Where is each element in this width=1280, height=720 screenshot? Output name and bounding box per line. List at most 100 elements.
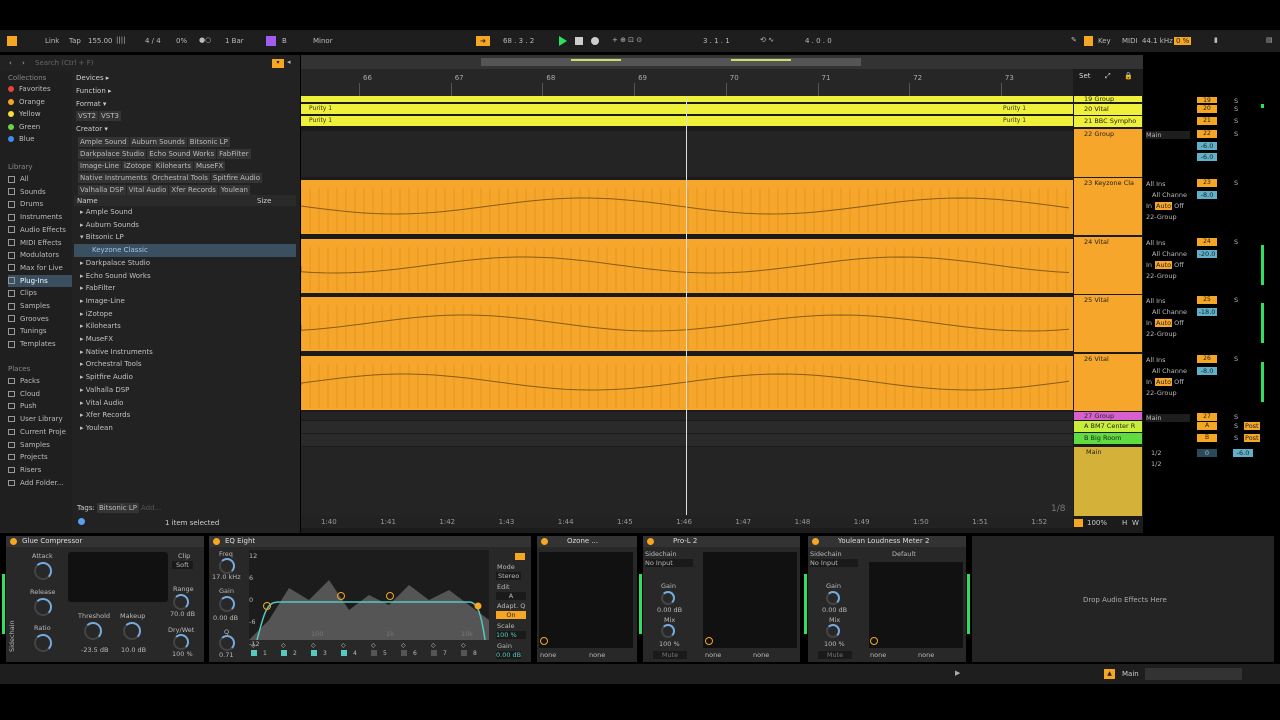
input-type[interactable]: All Ins xyxy=(1146,239,1166,247)
warning-icon[interactable]: ▲ xyxy=(1104,669,1115,679)
youlean-macro-2[interactable]: none xyxy=(918,651,934,659)
solo-button[interactable]: S xyxy=(1234,296,1238,304)
pro-macro-2[interactable]: none xyxy=(753,651,769,659)
grid-label[interactable]: 1/8 xyxy=(1051,504,1065,514)
places-item[interactable]: Samples xyxy=(8,439,50,451)
band-enable-toggle[interactable] xyxy=(371,650,377,656)
midi-clip[interactable] xyxy=(301,237,1073,293)
band-filter-icon[interactable]: ◇ xyxy=(251,642,256,649)
device-power-icon[interactable] xyxy=(10,538,17,545)
monitor-in[interactable]: In xyxy=(1146,378,1152,386)
return-track-header[interactable]: B Big Room xyxy=(1074,433,1142,444)
library-item[interactable]: MIDI Effects xyxy=(8,237,72,249)
gain-knob[interactable] xyxy=(826,591,840,605)
band-enable-toggle[interactable] xyxy=(401,650,407,656)
browser-list-item[interactable]: ▸ Orchestral Tools xyxy=(76,358,296,371)
pro-macro-1[interactable]: none xyxy=(705,651,721,659)
monitor-in[interactable]: In xyxy=(1146,202,1152,210)
solo-button[interactable]: S xyxy=(1234,413,1238,421)
device-power-icon[interactable] xyxy=(647,538,654,545)
mute-button[interactable]: Mute xyxy=(818,651,852,659)
tag-chip[interactable]: Bitsonic LP xyxy=(97,503,139,513)
solo-button[interactable]: S xyxy=(1234,422,1238,430)
track-number[interactable]: 24 xyxy=(1197,238,1217,246)
filter-function[interactable]: Function ▸ xyxy=(76,87,112,95)
output-group[interactable]: 22-Group xyxy=(1146,330,1177,338)
forward-icon[interactable]: › xyxy=(22,59,25,67)
solo-button[interactable]: S xyxy=(1234,355,1238,363)
nudge-icon[interactable]: |||| xyxy=(116,36,125,44)
creator-tag[interactable]: Spitfire Audio xyxy=(210,173,263,183)
output-routing[interactable]: Main xyxy=(1146,414,1190,422)
library-item[interactable]: Max for Live xyxy=(8,262,72,274)
browser-list-item[interactable]: ▸ Xfer Records xyxy=(76,409,296,422)
band-filter-icon[interactable]: ◇ xyxy=(401,642,406,649)
makeup-knob[interactable] xyxy=(123,622,141,640)
browser-list-item[interactable]: ▸ Darkpalace Studio xyxy=(76,257,296,270)
library-item[interactable]: All xyxy=(8,173,72,185)
band-enable-toggle[interactable] xyxy=(251,650,257,656)
track-number[interactable]: 19 xyxy=(1197,97,1217,104)
scale-root[interactable]: B xyxy=(282,37,287,45)
eq-band[interactable]: ◇ 3 xyxy=(309,642,337,658)
gain-knob[interactable] xyxy=(661,591,675,605)
solo-button[interactable]: S xyxy=(1234,117,1238,125)
h-button[interactable]: H xyxy=(1122,519,1127,527)
draw-icon[interactable]: ✎ xyxy=(1071,36,1077,44)
input-channel[interactable]: All Channe xyxy=(1152,367,1187,375)
places-item[interactable]: Add Folder... xyxy=(8,477,63,489)
range-knob[interactable] xyxy=(173,594,189,610)
eq-band[interactable]: ◇ 5 xyxy=(369,642,397,658)
collection-item[interactable]: Orange xyxy=(8,96,45,108)
library-item[interactable]: Drums xyxy=(8,198,72,210)
volume-field[interactable]: -8.0 xyxy=(1197,367,1217,375)
collection-item[interactable]: Green xyxy=(8,121,40,133)
monitor-auto[interactable]: Auto xyxy=(1155,261,1173,269)
tempo-field[interactable]: 155.00 xyxy=(88,37,113,45)
output-group[interactable]: 22-Group xyxy=(1146,213,1177,221)
browser-list-item[interactable]: ▸ FabFilter xyxy=(76,282,296,295)
pro-param-icon[interactable] xyxy=(705,637,713,645)
q-knob[interactable] xyxy=(219,635,235,651)
clip[interactable]: Purity 1 Purity 1 xyxy=(301,116,1073,126)
volume-field[interactable]: -18.0 xyxy=(1197,308,1217,316)
solo-button[interactable]: S xyxy=(1234,434,1238,442)
band-filter-icon[interactable]: ◇ xyxy=(341,642,346,649)
ozone-macro-1[interactable]: none xyxy=(540,651,556,659)
creator-tag[interactable]: Image-Line xyxy=(78,161,122,171)
browser-list-item[interactable]: ▸ Valhalla DSP xyxy=(76,384,296,397)
midi-clip[interactable] xyxy=(301,295,1073,351)
output-routing[interactable]: Main xyxy=(1146,131,1190,139)
creator-tag[interactable]: Youlean xyxy=(218,185,250,195)
midi-button[interactable]: MIDI xyxy=(1122,37,1138,45)
expand-icon[interactable]: ⤢ xyxy=(1105,72,1111,81)
band-filter-icon[interactable]: ◇ xyxy=(281,642,286,649)
creator-tag[interactable]: MuseFX xyxy=(193,161,226,171)
creator-tag[interactable]: Vital Audio xyxy=(126,185,169,195)
zoom-display[interactable]: 100% H W xyxy=(1074,518,1139,528)
collection-item[interactable]: Blue xyxy=(8,133,35,145)
track-number[interactable]: 22 xyxy=(1197,130,1217,138)
position-field[interactable]: 68 . 3 . 2 xyxy=(503,37,534,45)
track-number[interactable]: 27 xyxy=(1197,413,1217,421)
collapse-icon[interactable]: ◂ xyxy=(287,58,291,66)
eq-band[interactable]: ◇ 2 xyxy=(279,642,307,658)
sidechain-input-select[interactable]: No Input xyxy=(645,559,693,567)
tap-button[interactable]: Tap xyxy=(69,37,81,45)
overdub-icon[interactable]: + ⊕ ⊡ ⊙ xyxy=(612,36,642,44)
follow-button[interactable]: ➜ xyxy=(476,36,490,46)
filter-creator[interactable]: Creator ▾ xyxy=(76,125,108,133)
eq-display[interactable] xyxy=(249,550,489,641)
eq-band[interactable]: ◇ 7 xyxy=(429,642,457,658)
volume-field[interactable]: -6.0 xyxy=(1197,142,1217,150)
overview-bar[interactable] xyxy=(301,55,1143,69)
collection-item[interactable]: Favorites xyxy=(8,83,51,95)
preset-select[interactable]: Default xyxy=(892,550,916,558)
library-item[interactable]: Grooves xyxy=(8,313,72,325)
midi-clip[interactable] xyxy=(301,178,1073,234)
library-item[interactable]: Instruments xyxy=(8,211,72,223)
lock-icon[interactable]: 🔒 xyxy=(1124,72,1133,80)
menu-icon[interactable] xyxy=(7,36,17,46)
post-toggle[interactable]: Post xyxy=(1244,434,1260,442)
monitor-in[interactable]: In xyxy=(1146,319,1152,327)
